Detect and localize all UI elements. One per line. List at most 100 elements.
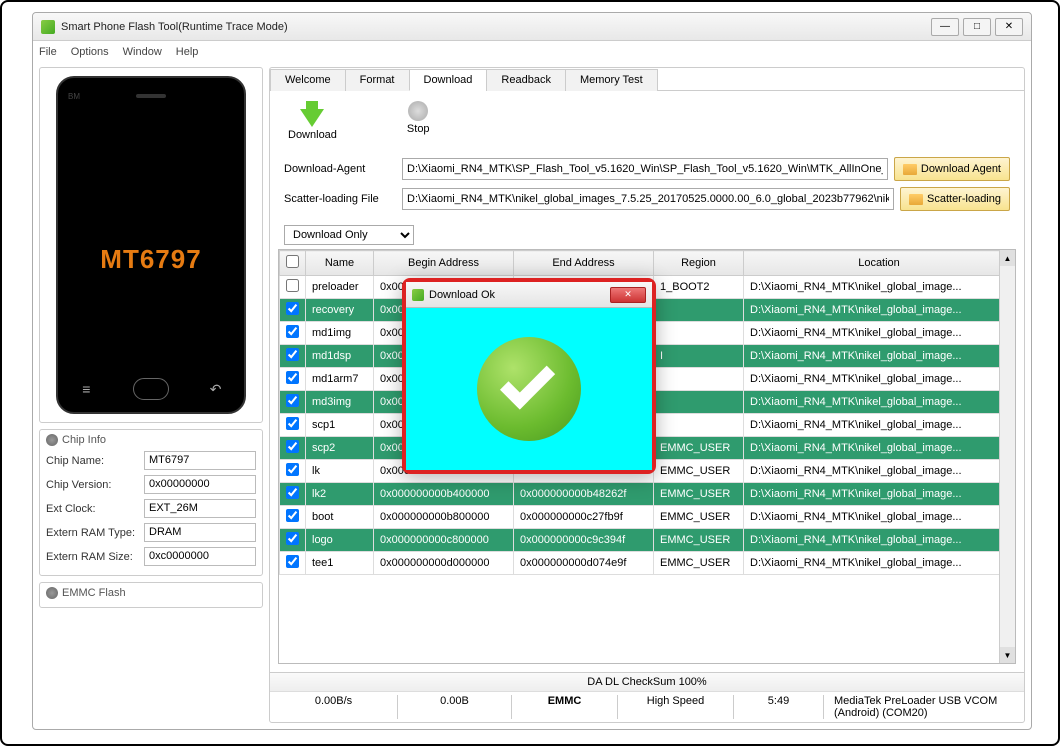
tab-readback[interactable]: Readback [486, 69, 566, 91]
cell-location: D:\Xiaomi_RN4_MTK\nikel_global_image... [744, 322, 1015, 345]
stop-icon [408, 101, 428, 121]
scroll-down-icon[interactable]: ▼ [1000, 647, 1015, 663]
cell-begin: 0x000000000b800000 [374, 506, 514, 529]
stop-button[interactable]: Stop [407, 101, 430, 141]
status-speed: 0.00B/s [270, 695, 398, 719]
status-time: 5:49 [734, 695, 824, 719]
tab-welcome[interactable]: Welcome [270, 69, 346, 91]
cell-begin: 0x000000000c800000 [374, 529, 514, 552]
cell-region: EMMC_USER [654, 529, 744, 552]
folder-icon [903, 164, 917, 175]
ram-type-value: DRAM [144, 523, 256, 542]
window-title: Smart Phone Flash Tool(Runtime Trace Mod… [61, 21, 931, 33]
cell-name: lk [306, 460, 374, 483]
cell-location: D:\Xiaomi_RN4_MTK\nikel_global_image... [744, 276, 1015, 299]
row-checkbox[interactable] [286, 532, 299, 545]
row-checkbox[interactable] [286, 348, 299, 361]
cell-end: 0x000000000c9c394f [514, 529, 654, 552]
status-bar: DA DL CheckSum 100% 0.00B/s 0.00B EMMC H… [270, 672, 1024, 722]
cell-location: D:\Xiaomi_RN4_MTK\nikel_global_image... [744, 483, 1015, 506]
cell-location: D:\Xiaomi_RN4_MTK\nikel_global_image... [744, 460, 1015, 483]
cell-location: D:\Xiaomi_RN4_MTK\nikel_global_image... [744, 552, 1015, 575]
row-checkbox[interactable] [286, 440, 299, 453]
cell-location: D:\Xiaomi_RN4_MTK\nikel_global_image... [744, 345, 1015, 368]
row-checkbox[interactable] [286, 486, 299, 499]
download-button[interactable]: Download [288, 101, 337, 141]
table-row[interactable]: logo 0x000000000c800000 0x000000000c9c39… [280, 529, 1015, 552]
chip-model-display: MT6797 [58, 244, 244, 275]
table-row[interactable]: lk2 0x000000000b400000 0x000000000b48262… [280, 483, 1015, 506]
vertical-scrollbar[interactable]: ▲ ▼ [999, 250, 1015, 663]
tab-memory-test[interactable]: Memory Test [565, 69, 658, 91]
minimize-button[interactable]: — [931, 18, 959, 36]
cell-name: scp2 [306, 437, 374, 460]
ext-clock-value: EXT_26M [144, 499, 256, 518]
cell-location: D:\Xiaomi_RN4_MTK\nikel_global_image... [744, 506, 1015, 529]
menu-file[interactable]: File [39, 46, 57, 58]
row-checkbox[interactable] [286, 325, 299, 338]
cell-name: tee1 [306, 552, 374, 575]
row-checkbox[interactable] [286, 463, 299, 476]
scatter-loading-button[interactable]: Scatter-loading [900, 187, 1010, 211]
select-all-checkbox[interactable] [286, 255, 299, 268]
download-agent-button[interactable]: Download Agent [894, 157, 1010, 181]
row-checkbox[interactable] [286, 509, 299, 522]
row-checkbox[interactable] [286, 279, 299, 292]
row-checkbox[interactable] [286, 302, 299, 315]
cell-name: scp1 [306, 414, 374, 437]
cell-name: recovery [306, 299, 374, 322]
download-agent-input[interactable] [402, 158, 888, 180]
download-ok-dialog: Download Ok ✕ [402, 278, 656, 474]
cell-region: I [654, 345, 744, 368]
cell-name: logo [306, 529, 374, 552]
table-row[interactable]: tee1 0x000000000d000000 0x000000000d074e… [280, 552, 1015, 575]
cell-region [654, 414, 744, 437]
row-checkbox[interactable] [286, 371, 299, 384]
cell-location: D:\Xiaomi_RN4_MTK\nikel_global_image... [744, 529, 1015, 552]
cell-location: D:\Xiaomi_RN4_MTK\nikel_global_image... [744, 414, 1015, 437]
cell-location: D:\Xiaomi_RN4_MTK\nikel_global_image... [744, 299, 1015, 322]
table-row[interactable]: boot 0x000000000b800000 0x000000000c27fb… [280, 506, 1015, 529]
menu-help[interactable]: Help [176, 46, 199, 58]
cell-region [654, 299, 744, 322]
chip-info-section: Chip Info Chip Name:MT6797 Chip Version:… [39, 429, 263, 576]
cell-location: D:\Xiaomi_RN4_MTK\nikel_global_image... [744, 391, 1015, 414]
row-checkbox[interactable] [286, 394, 299, 407]
menu-window[interactable]: Window [123, 46, 162, 58]
phone-back-icon: ↶ [206, 379, 226, 399]
maximize-button[interactable]: □ [963, 18, 991, 36]
scatter-file-input[interactable] [402, 188, 894, 210]
row-checkbox[interactable] [286, 555, 299, 568]
status-device: MediaTek PreLoader USB VCOM (Android) (C… [824, 695, 1024, 719]
emmc-section: EMMC Flash [39, 582, 263, 608]
dialog-titlebar[interactable]: Download Ok ✕ [406, 282, 652, 308]
cell-region: 1_BOOT2 [654, 276, 744, 299]
row-checkbox[interactable] [286, 417, 299, 430]
cell-name: preloader [306, 276, 374, 299]
status-usb: High Speed [618, 695, 734, 719]
cell-region: EMMC_USER [654, 437, 744, 460]
phone-home-icon [133, 378, 169, 400]
success-check-icon [477, 337, 581, 441]
tab-download[interactable]: Download [409, 69, 488, 91]
app-icon [41, 20, 55, 34]
tab-format[interactable]: Format [345, 69, 410, 91]
dialog-close-button[interactable]: ✕ [610, 287, 646, 303]
titlebar[interactable]: Smart Phone Flash Tool(Runtime Trace Mod… [33, 13, 1031, 41]
cell-name: md1dsp [306, 345, 374, 368]
cell-region: EMMC_USER [654, 552, 744, 575]
cell-region: EMMC_USER [654, 506, 744, 529]
tab-strip: Welcome Format Download Readback Memory … [270, 68, 1024, 91]
cell-end: 0x000000000c27fb9f [514, 506, 654, 529]
cell-name: md1arm7 [306, 368, 374, 391]
scroll-up-icon[interactable]: ▲ [1000, 250, 1015, 266]
cell-begin: 0x000000000b400000 [374, 483, 514, 506]
cell-region: EMMC_USER [654, 460, 744, 483]
cell-region [654, 391, 744, 414]
folder-icon [909, 194, 923, 205]
dialog-title: Download Ok [429, 289, 610, 301]
close-button[interactable]: ✕ [995, 18, 1023, 36]
cell-region: EMMC_USER [654, 483, 744, 506]
menu-options[interactable]: Options [71, 46, 109, 58]
download-mode-select[interactable]: Download Only [284, 225, 414, 245]
